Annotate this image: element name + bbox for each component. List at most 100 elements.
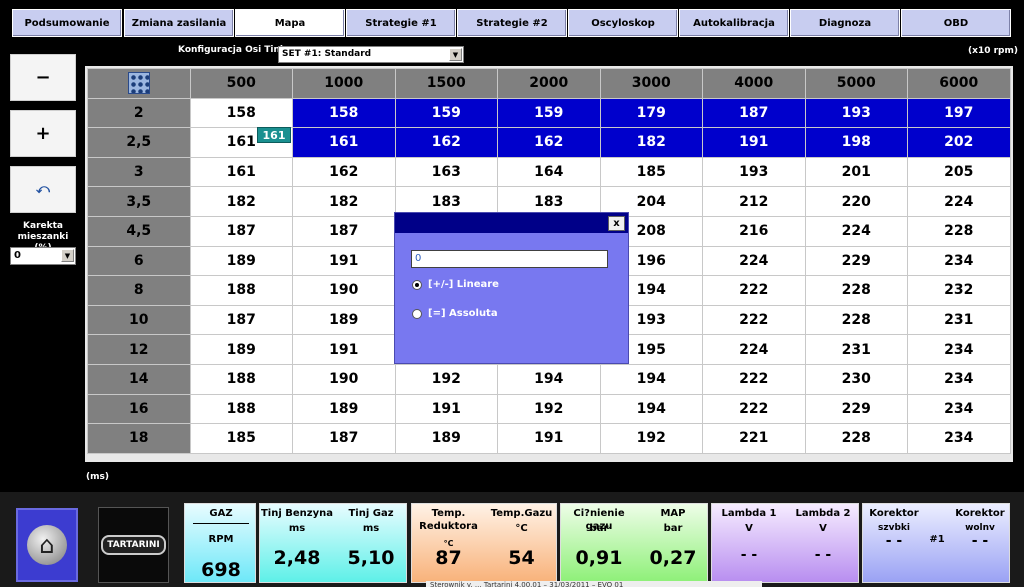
map-cell[interactable]: 197: [907, 97, 1011, 129]
map-cell[interactable]: 234: [907, 423, 1011, 454]
map-cell[interactable]: 189: [394, 423, 498, 454]
map-cell[interactable]: 190: [292, 363, 396, 395]
map-cell[interactable]: 189: [189, 245, 293, 277]
map-cell[interactable]: 163: [394, 156, 498, 188]
map-cell[interactable]: 190: [292, 275, 396, 306]
map-cell[interactable]: 224: [702, 334, 806, 365]
map-cell[interactable]: 189: [292, 304, 396, 336]
rpm-column-header[interactable]: 1500: [394, 68, 498, 99]
map-cell[interactable]: 222: [702, 275, 806, 306]
map-cell[interactable]: 162: [497, 127, 601, 158]
map-cell[interactable]: 193: [702, 156, 806, 188]
map-cell[interactable]: 224: [907, 186, 1011, 217]
map-cell[interactable]: 188: [189, 393, 293, 425]
tinj-row-header[interactable]: 18: [87, 423, 191, 454]
tinj-row-header[interactable]: 3,5: [87, 186, 191, 217]
map-cell[interactable]: 234: [907, 363, 1011, 395]
radio-unchecked-icon[interactable]: [412, 308, 422, 319]
tinj-row-header[interactable]: 2: [87, 97, 191, 129]
map-cell[interactable]: 231: [804, 334, 908, 365]
map-cell[interactable]: 228: [804, 304, 908, 336]
map-cell[interactable]: 162: [292, 156, 396, 188]
map-cell[interactable]: 194: [497, 363, 601, 395]
home-button[interactable]: ⌂: [16, 508, 78, 582]
map-cell[interactable]: 161: [292, 127, 396, 158]
increase-button[interactable]: +: [10, 110, 76, 157]
axis-config-select[interactable]: SET #1: Standard ▼: [278, 46, 464, 63]
rpm-column-header[interactable]: 500: [189, 68, 293, 99]
rpm-column-header[interactable]: 5000: [804, 68, 908, 99]
map-cell[interactable]: 182: [189, 186, 293, 217]
tinj-row-header[interactable]: 6: [87, 245, 191, 277]
dropdown-arrow-icon[interactable]: ▼: [61, 249, 74, 262]
map-cell[interactable]: 222: [702, 304, 806, 336]
tab-diagnoza[interactable]: Diagnoza: [790, 9, 900, 37]
map-cell[interactable]: 193: [804, 97, 908, 129]
tinj-row-header[interactable]: 2,5: [87, 127, 191, 158]
rpm-column-header[interactable]: 1000: [292, 68, 396, 99]
tab-mapa[interactable]: Mapa: [235, 9, 345, 37]
map-cell[interactable]: 191: [702, 127, 806, 158]
radio-linear[interactable]: [+/-] Lineare: [412, 279, 499, 290]
rpm-column-header[interactable]: 3000: [599, 68, 703, 99]
tinj-row-header[interactable]: 16: [87, 393, 191, 425]
map-cell[interactable]: 194: [599, 393, 703, 425]
map-cell[interactable]: 162: [394, 127, 498, 158]
map-cell[interactable]: 224: [804, 215, 908, 247]
value-input[interactable]: 0: [411, 250, 608, 268]
map-cell[interactable]: 188: [189, 275, 293, 306]
map-cell[interactable]: 232: [907, 275, 1011, 306]
radio-checked-icon[interactable]: [412, 279, 422, 290]
map-cell[interactable]: 191: [497, 423, 601, 454]
map-cell[interactable]: 230: [804, 363, 908, 395]
radio-absolute[interactable]: [=] Assoluta: [412, 308, 498, 319]
map-cell[interactable]: 229: [804, 393, 908, 425]
map-cell[interactable]: 187: [189, 215, 293, 247]
map-cell[interactable]: 187: [292, 423, 396, 454]
map-cell[interactable]: 192: [599, 423, 703, 454]
tinj-row-header[interactable]: 4,5: [87, 215, 191, 247]
grid-settings-cell[interactable]: [87, 68, 191, 99]
map-cell[interactable]: 229: [804, 245, 908, 277]
map-cell[interactable]: 191: [292, 334, 396, 365]
map-cell[interactable]: 228: [804, 275, 908, 306]
map-cell[interactable]: 220: [804, 186, 908, 217]
map-cell[interactable]: 228: [907, 215, 1011, 247]
tab-strategie-1[interactable]: Strategie #1: [346, 9, 456, 37]
map-cell[interactable]: 192: [497, 393, 601, 425]
map-cell[interactable]: 187: [189, 304, 293, 336]
map-cell[interactable]: 222: [702, 363, 806, 395]
tab-obd[interactable]: OBD: [901, 9, 1011, 37]
tab-autokalibracja[interactable]: Autokalibracja: [679, 9, 789, 37]
map-cell[interactable]: 222: [702, 393, 806, 425]
tab-strategie-2[interactable]: Strategie #2: [457, 9, 567, 37]
map-cell[interactable]: 228: [804, 423, 908, 454]
map-cell[interactable]: 191: [292, 245, 396, 277]
map-cell[interactable]: 179: [599, 97, 703, 129]
map-cell[interactable]: 159: [497, 97, 601, 129]
map-cell[interactable]: 212: [702, 186, 806, 217]
tinj-row-header[interactable]: 10: [87, 304, 191, 336]
map-cell[interactable]: 234: [907, 334, 1011, 365]
map-cell[interactable]: 158: [292, 97, 396, 129]
map-cell[interactable]: 188: [189, 363, 293, 395]
map-cell[interactable]: 189: [292, 393, 396, 425]
tinj-row-header[interactable]: 8: [87, 275, 191, 306]
map-cell[interactable]: 191: [394, 393, 498, 425]
mixture-correction-select[interactable]: 0 ▼: [10, 247, 76, 265]
map-cell[interactable]: 189: [189, 334, 293, 365]
rpm-column-header[interactable]: 4000: [702, 68, 806, 99]
tinj-row-header[interactable]: 12: [87, 334, 191, 365]
map-cell[interactable]: 202: [907, 127, 1011, 158]
grid-icon[interactable]: [127, 72, 150, 95]
map-cell[interactable]: 201: [804, 156, 908, 188]
dropdown-arrow-icon[interactable]: ▼: [449, 48, 462, 61]
rpm-column-header[interactable]: 2000: [497, 68, 601, 99]
map-cell[interactable]: 234: [907, 245, 1011, 277]
tab-oscyloskop[interactable]: Oscyloskop: [568, 9, 678, 37]
map-cell[interactable]: 182: [599, 127, 703, 158]
undo-button[interactable]: ⤺: [10, 166, 76, 213]
map-cell[interactable]: 216: [702, 215, 806, 247]
map-cell[interactable]: 192: [394, 363, 498, 395]
map-cell[interactable]: 164: [497, 156, 601, 188]
